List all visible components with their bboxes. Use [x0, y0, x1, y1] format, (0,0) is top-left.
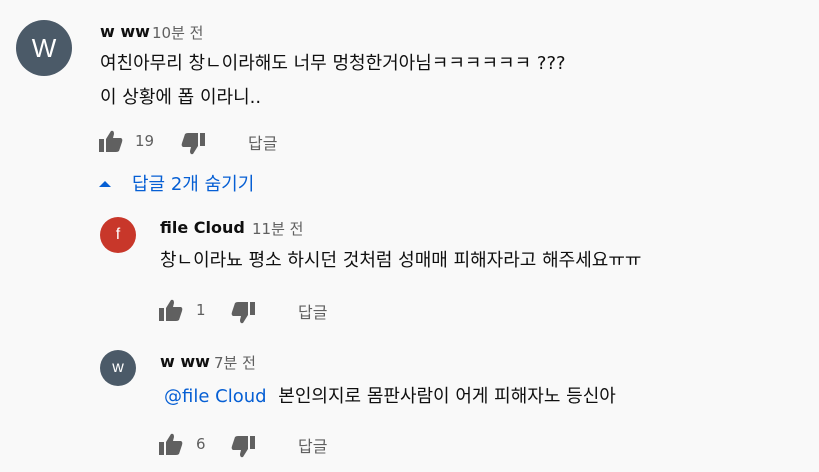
hide-replies-button[interactable]: 답글 2개 숨기기 [132, 170, 254, 196]
reply-time[interactable]: 7분 전 [214, 352, 256, 373]
reply-avatar[interactable]: w [100, 350, 136, 386]
reply-text: @file Cloud 본인의지로 몸판사람이 어게 피해자노 등신아 [164, 382, 616, 412]
avatar[interactable]: W [16, 20, 72, 76]
avatar-letter: f [115, 226, 121, 243]
reply-avatar[interactable]: f [100, 217, 136, 253]
comment-time[interactable]: 10분 전 [152, 22, 203, 43]
like-count: 1 [196, 301, 206, 319]
like-count: 6 [196, 435, 206, 453]
reply-time[interactable]: 11분 전 [252, 218, 303, 239]
thumbs-down-icon[interactable] [230, 300, 256, 324]
reply-author[interactable]: file Cloud [160, 218, 245, 237]
thumbs-down-icon[interactable] [230, 434, 256, 458]
comment-author[interactable]: w ww [100, 22, 150, 41]
reply-button[interactable]: 답글 [248, 130, 277, 154]
reply-text: 창ㄴ이라뇨 평소 하시던 것처럼 성매매 피해자라고 해주세요ㅠㅠ [160, 250, 642, 271]
caret-up-icon[interactable] [98, 179, 112, 189]
reply-author[interactable]: w ww [160, 352, 210, 371]
reply-text-body: 본인의지로 몸판사람이 어게 피해자노 등신아 [278, 386, 616, 407]
comment-text-line-1: 여친아무리 창ㄴ이라해도 너무 멍청한거아님ㅋㅋㅋㅋㅋㅋ ??? [100, 53, 566, 74]
avatar-letter: w [112, 359, 124, 376]
thumbs-up-icon[interactable] [158, 433, 184, 457]
reply-button[interactable]: 답글 [298, 433, 327, 457]
like-count: 19 [135, 132, 155, 150]
reply-button[interactable]: 답글 [298, 299, 327, 323]
thumbs-up-icon[interactable] [98, 130, 124, 154]
thumbs-up-icon[interactable] [158, 299, 184, 323]
avatar-letter: W [31, 32, 57, 63]
comment-text-line-2: 이 상황에 폽 이라니.. [100, 87, 262, 108]
mention-link[interactable]: @file Cloud [164, 386, 267, 407]
thumbs-down-icon[interactable] [180, 131, 206, 155]
